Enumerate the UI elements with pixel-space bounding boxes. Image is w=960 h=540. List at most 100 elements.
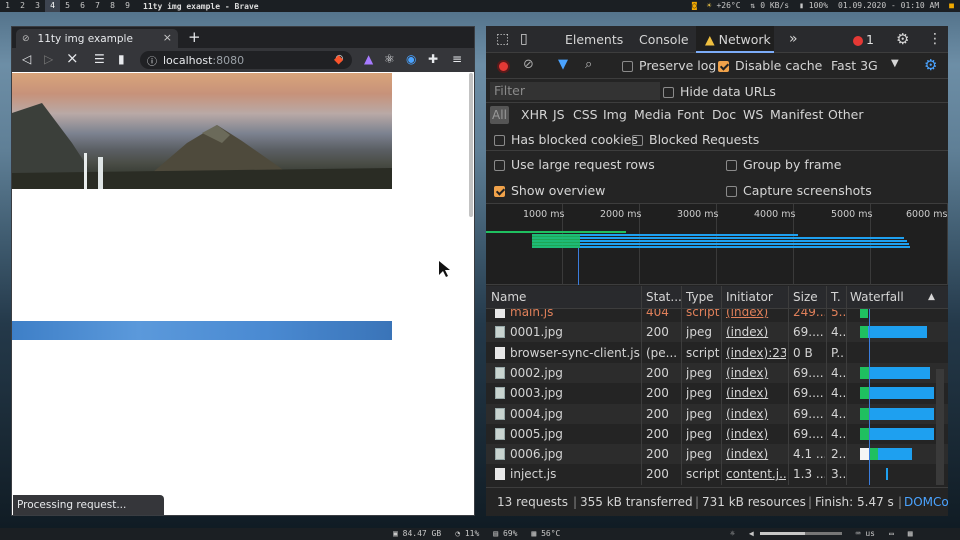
tab-network[interactable]: ▲ Network xyxy=(696,26,774,53)
search-icon[interactable]: ⌕ xyxy=(585,57,592,72)
request-row[interactable]: 0003.jpg 200 jpeg (index) 69.... 4... xyxy=(486,383,948,403)
more-tabs-icon[interactable]: » xyxy=(789,26,798,53)
request-row[interactable]: 0001.jpg 200 jpeg (index) 69.... 4... xyxy=(486,322,948,343)
chevron-down-icon[interactable]: ▼ xyxy=(891,58,899,69)
brave-rewards-icon[interactable]: ▲ xyxy=(364,52,373,66)
filter-font[interactable]: Font xyxy=(677,107,704,122)
column-divider[interactable] xyxy=(788,286,789,309)
workspace-switcher[interactable]: 123456789 xyxy=(0,0,135,12)
filter-other[interactable]: Other xyxy=(828,107,864,122)
extension-globe-icon[interactable]: ◉ xyxy=(406,52,416,66)
group-by-frame-checkbox[interactable]: Group by frame xyxy=(726,157,841,172)
tab-elements[interactable]: Elements xyxy=(565,26,623,53)
hide-data-urls-checkbox[interactable]: Hide data URLs xyxy=(663,84,776,99)
column-divider[interactable] xyxy=(721,286,722,309)
hide-data-urls-box[interactable] xyxy=(663,87,674,98)
workspace-4[interactable]: 4 xyxy=(45,0,60,12)
col-waterfall[interactable]: Waterfall xyxy=(850,290,904,304)
filter-doc[interactable]: Doc xyxy=(712,107,736,122)
request-row[interactable]: 0004.jpg 200 jpeg (index) 69.... 4... xyxy=(486,403,948,424)
request-initiator[interactable]: (index) xyxy=(726,363,786,383)
request-row[interactable]: inject.js 200 script content.j... 1.3 ... 3..… xyxy=(486,464,948,484)
workspace-9[interactable]: 9 xyxy=(120,0,135,12)
filter-input[interactable]: Filter xyxy=(490,82,660,100)
info-icon[interactable]: ⓘ xyxy=(147,53,157,68)
layout-grid-icon[interactable]: ▦ xyxy=(908,528,913,540)
device-toolbar-icon[interactable]: ▯ xyxy=(520,26,528,53)
close-tab-icon[interactable]: × xyxy=(163,31,172,44)
show-overview-box[interactable] xyxy=(494,186,505,197)
workspace-6[interactable]: 6 xyxy=(75,0,90,12)
menu-icon[interactable]: ≡ xyxy=(452,52,462,66)
request-initiator[interactable]: (index) xyxy=(726,444,786,464)
volume-track[interactable] xyxy=(759,532,842,535)
display-icon[interactable]: ▭ xyxy=(889,528,894,540)
preserve-log-checkbox[interactable]: Preserve log xyxy=(622,58,716,73)
forward-icon[interactable]: ▷ xyxy=(44,52,53,66)
reader-mode-icon[interactable]: ☰ xyxy=(94,52,105,66)
large-rows-box[interactable] xyxy=(494,160,505,171)
request-initiator[interactable]: (index):23 xyxy=(726,343,786,363)
power-icon[interactable]: ■ xyxy=(949,0,954,12)
tab-console[interactable]: Console xyxy=(639,26,689,53)
more-options-icon[interactable]: ⋮ xyxy=(928,26,942,53)
record-button[interactable] xyxy=(497,60,510,73)
preserve-log-box[interactable] xyxy=(622,61,633,72)
blocked-requests-checkbox[interactable]: Blocked Requests xyxy=(632,132,759,147)
capture-screenshots-checkbox[interactable]: Capture screenshots xyxy=(726,183,872,198)
bookmark-icon[interactable]: ▮ xyxy=(118,52,125,66)
request-initiator[interactable]: content.j... xyxy=(726,464,786,484)
request-initiator[interactable]: (index) xyxy=(726,404,786,424)
request-initiator[interactable]: (index) xyxy=(726,383,786,403)
brave-tray-icon[interactable]: ◙ xyxy=(692,0,697,12)
request-row[interactable]: main.js 404 script (index) 249... 5... xyxy=(486,309,948,322)
has-blocked-cookies-box[interactable] xyxy=(494,135,505,146)
react-devtools-icon[interactable]: ⚛ xyxy=(384,52,395,66)
extensions-puzzle-icon[interactable]: ✚ xyxy=(428,52,438,66)
has-blocked-cookies-checkbox[interactable]: Has blocked cookies xyxy=(494,132,638,147)
column-divider[interactable] xyxy=(846,286,847,309)
error-count-badge[interactable]: 1 xyxy=(853,26,874,53)
filter-ws[interactable]: WS xyxy=(743,107,763,122)
request-initiator[interactable]: (index) xyxy=(726,309,786,322)
workspace-5[interactable]: 5 xyxy=(60,0,75,12)
workspace-7[interactable]: 7 xyxy=(90,0,105,12)
request-row[interactable]: browser-sync-client.js... (pe... script (in… xyxy=(486,343,948,363)
stop-loading-icon[interactable]: × xyxy=(66,49,79,67)
disable-cache-checkbox[interactable]: Disable cache xyxy=(718,58,822,73)
filter-css[interactable]: CSS xyxy=(573,107,598,122)
filter-funnel-icon[interactable]: ▼ xyxy=(558,57,568,72)
workspace-1[interactable]: 1 xyxy=(0,0,15,12)
col-status[interactable]: Stat... xyxy=(646,290,682,304)
workspace-3[interactable]: 3 xyxy=(30,0,45,12)
large-rows-checkbox[interactable]: Use large request rows xyxy=(494,157,655,172)
col-initiator[interactable]: Initiator xyxy=(726,290,773,304)
page-scrollbar[interactable] xyxy=(469,73,473,217)
inspect-element-icon[interactable]: ⬚ xyxy=(496,26,509,53)
filter-manifest[interactable]: Manifest xyxy=(770,107,823,122)
volume-slider[interactable]: ◀ xyxy=(749,528,842,540)
column-divider[interactable] xyxy=(826,286,827,309)
filter-media[interactable]: Media xyxy=(634,107,672,122)
throttle-select[interactable]: Fast 3G xyxy=(831,58,878,73)
new-tab-button[interactable]: + xyxy=(188,28,201,46)
network-settings-gear-icon[interactable]: ⚙ xyxy=(924,56,937,74)
blocked-requests-box[interactable] xyxy=(632,135,643,146)
filter-js[interactable]: JS xyxy=(553,107,565,122)
clear-icon[interactable]: ⊘ xyxy=(523,57,534,72)
show-overview-checkbox[interactable]: Show overview xyxy=(494,183,605,198)
brave-shields-icon[interactable]: ◆ xyxy=(334,52,343,66)
keyboard-layout[interactable]: ⌨ us xyxy=(856,528,875,540)
request-row[interactable]: 0006.jpg 200 jpeg (index) 4.1 ... 2... xyxy=(486,444,948,465)
column-divider[interactable] xyxy=(641,286,642,309)
filter-img[interactable]: Img xyxy=(603,107,627,122)
col-time[interactable]: T. xyxy=(831,290,841,304)
request-row[interactable]: 0002.jpg 200 jpeg (index) 69.... 4... xyxy=(486,362,948,383)
workspace-8[interactable]: 8 xyxy=(105,0,120,12)
column-divider[interactable] xyxy=(681,286,682,309)
col-type[interactable]: Type xyxy=(686,290,714,304)
capture-screenshots-box[interactable] xyxy=(726,186,737,197)
col-name[interactable]: Name xyxy=(491,290,526,304)
workspace-2[interactable]: 2 xyxy=(15,0,30,12)
request-initiator[interactable]: (index) xyxy=(726,322,786,342)
